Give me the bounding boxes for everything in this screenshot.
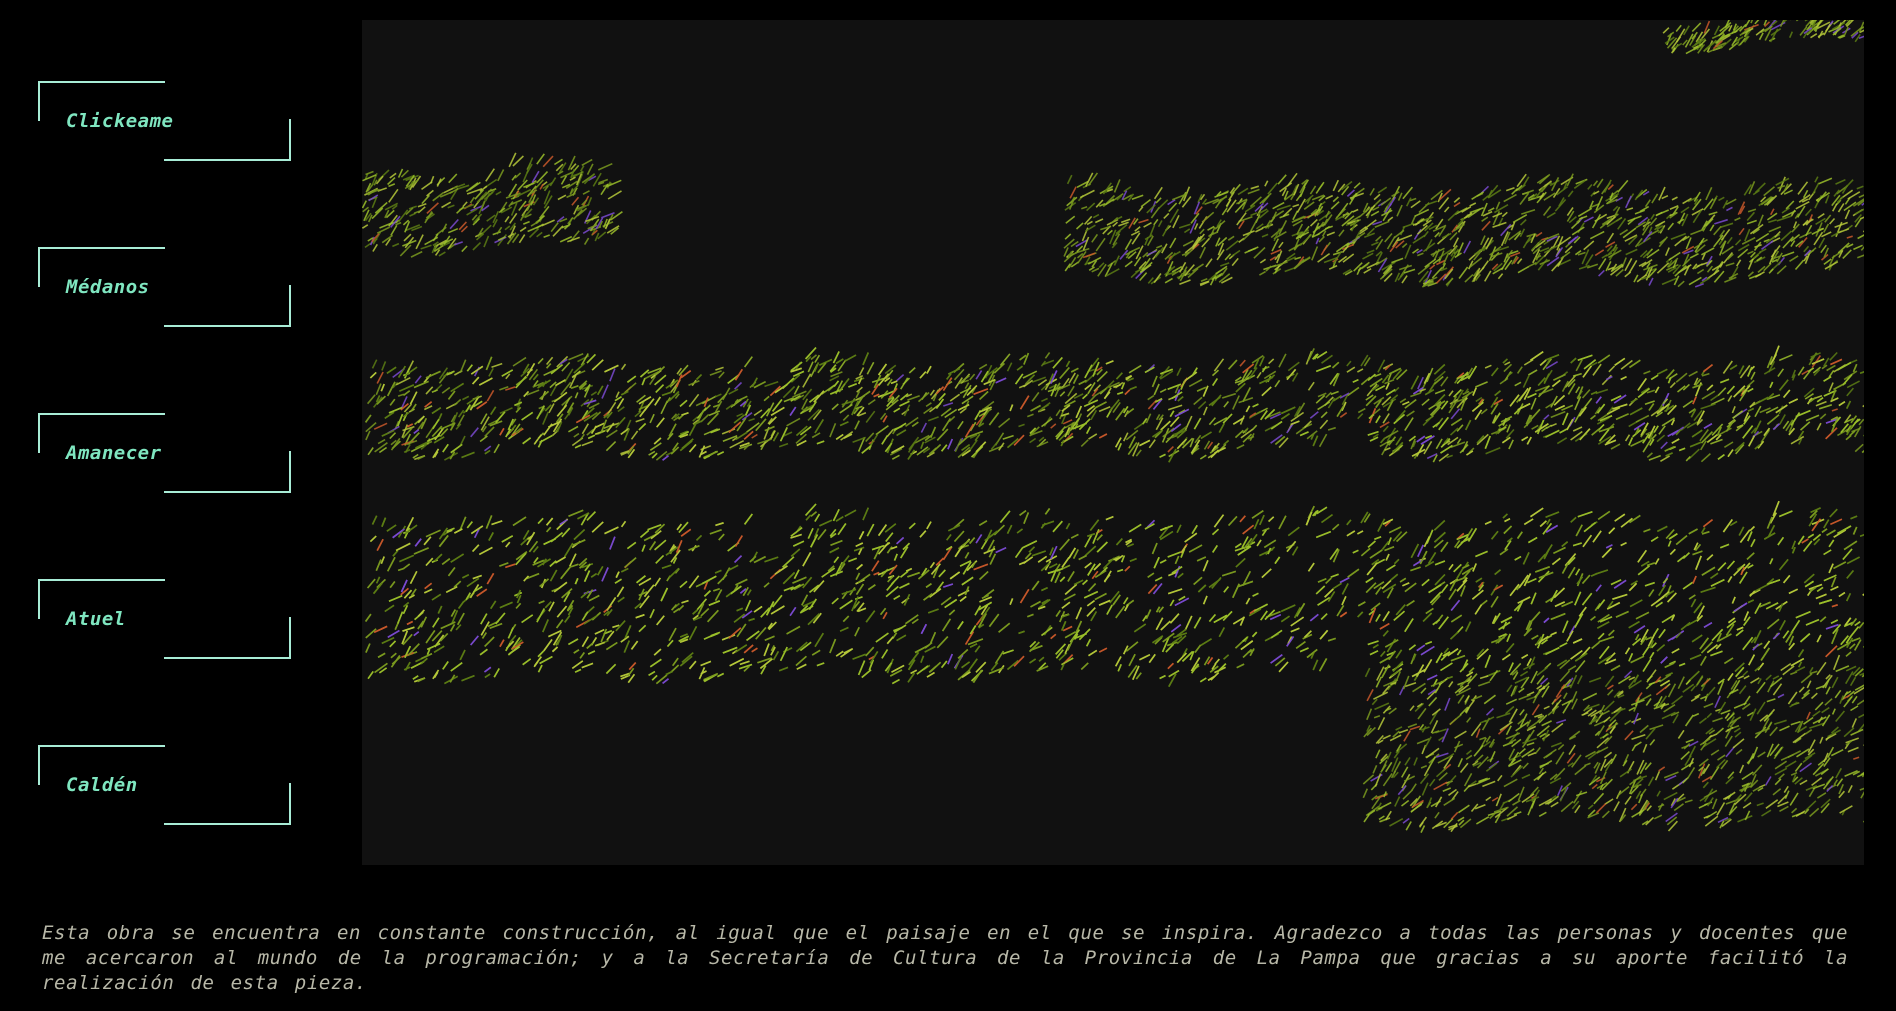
nav-button-medanos[interactable]: Médanos	[38, 247, 291, 327]
sidebar-nav: Clickeame Médanos Amanecer Atuel Caldén	[0, 0, 340, 880]
nav-button-clickeame[interactable]: Clickeame	[38, 81, 291, 161]
page: Clickeame Médanos Amanecer Atuel Caldén	[0, 0, 1896, 1011]
bracket-bottom-decoration	[164, 285, 291, 327]
bracket-bottom-decoration	[164, 617, 291, 659]
bracket-bottom-decoration	[164, 451, 291, 493]
nav-button-label: Clickeame	[66, 110, 174, 132]
nav-button-amanecer[interactable]: Amanecer	[38, 413, 291, 493]
artwork-canvas[interactable]	[362, 20, 1864, 865]
generative-texture	[362, 20, 1864, 865]
nav-button-label: Atuel	[66, 608, 126, 630]
nav-button-label: Caldén	[66, 774, 138, 796]
nav-button-calden[interactable]: Caldén	[38, 745, 291, 825]
bracket-bottom-decoration	[164, 119, 291, 161]
nav-button-label: Médanos	[66, 276, 150, 298]
nav-button-atuel[interactable]: Atuel	[38, 579, 291, 659]
nav-button-label: Amanecer	[66, 442, 162, 464]
bracket-bottom-decoration	[164, 783, 291, 825]
